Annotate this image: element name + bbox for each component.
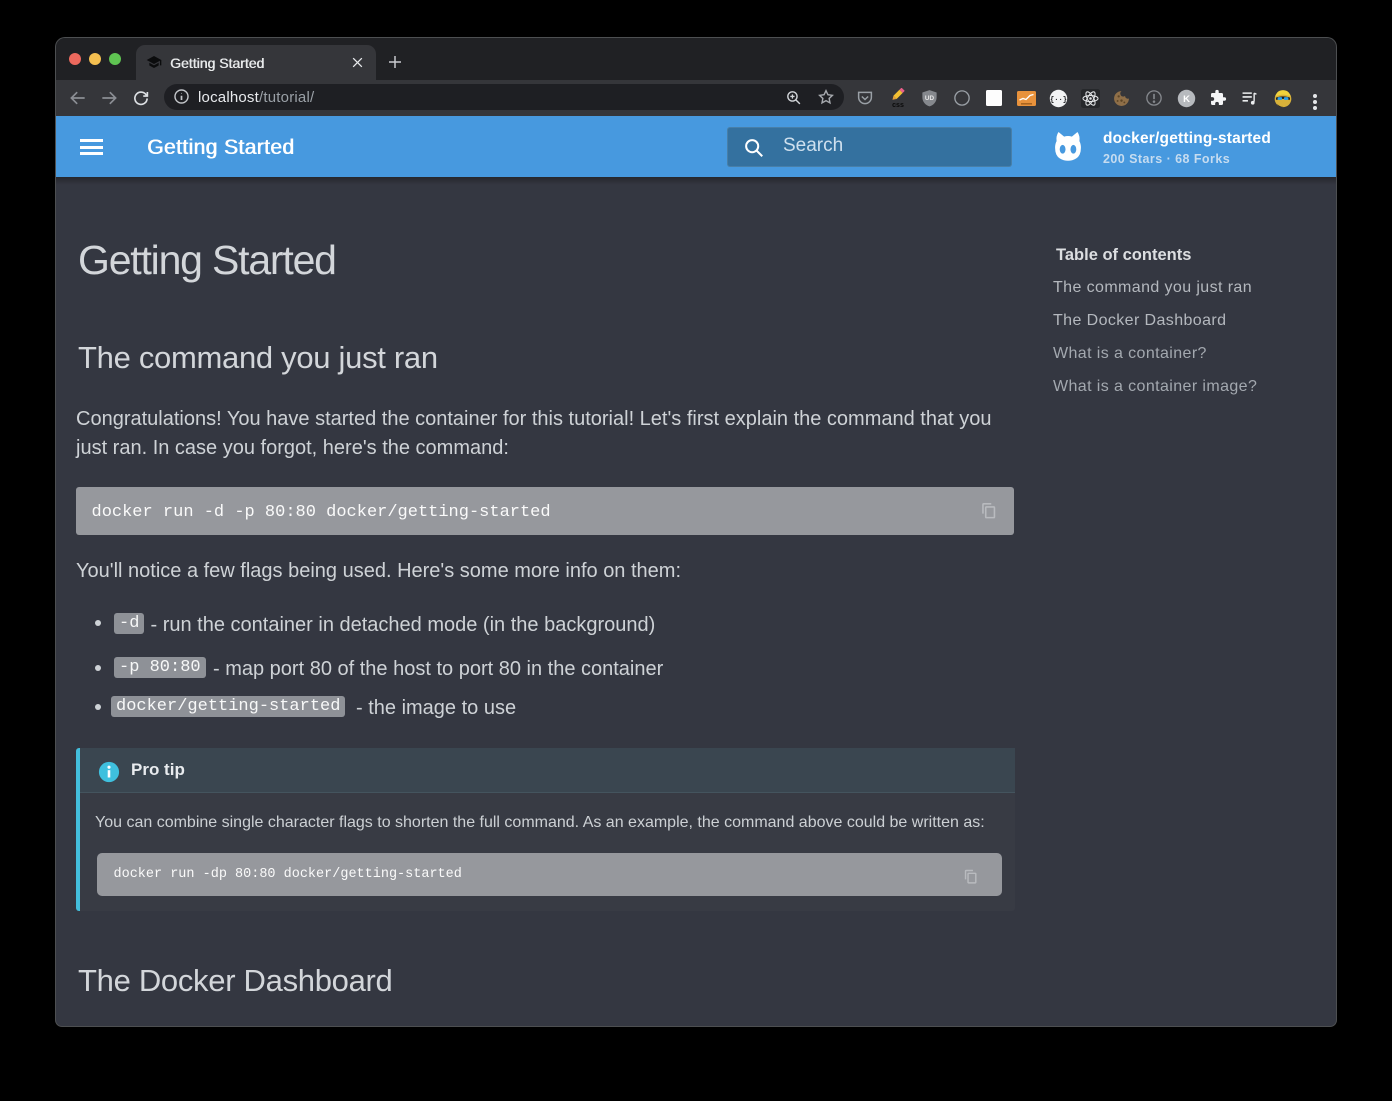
svg-text:{··}: {··} [1050,96,1067,104]
svg-text:K: K [1183,94,1190,105]
svg-text:UD: UD [925,95,935,102]
svg-text:css: css [892,102,904,108]
